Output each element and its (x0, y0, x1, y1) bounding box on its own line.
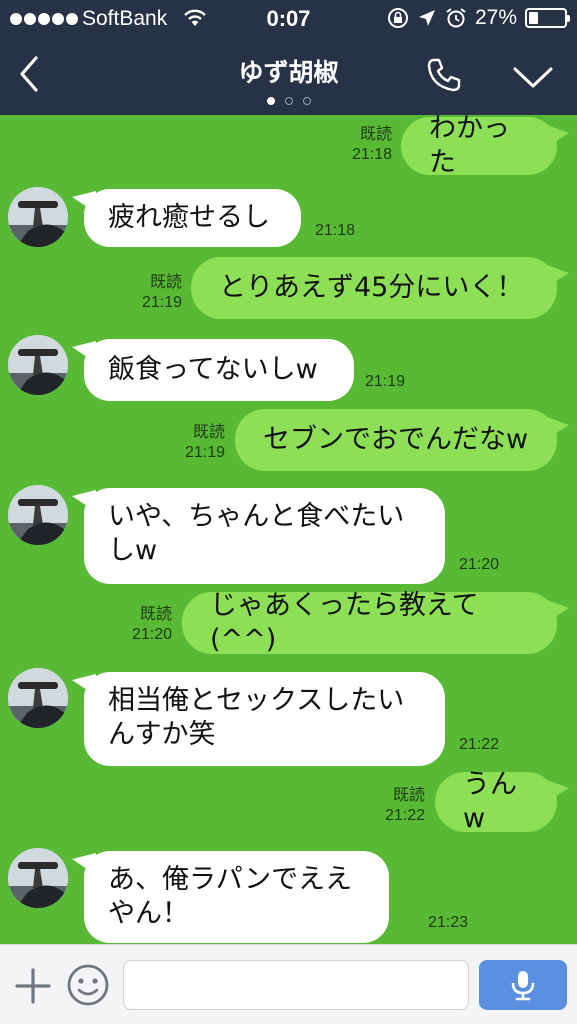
incoming-message[interactable]: 疲れ癒せるし (72, 189, 301, 247)
avatar-image (8, 335, 68, 395)
read-receipt: 既読 (392, 787, 425, 804)
smiley-icon[interactable] (66, 963, 110, 1007)
incoming-message[interactable]: いや、ちゃんと食べたいしw (72, 488, 445, 584)
location-icon (418, 10, 435, 26)
message-text: 相当俺とセックスしたいんすか笑 (108, 685, 405, 750)
message-meta: 既読 21:19 (120, 273, 182, 313)
read-receipt: 既読 (359, 126, 392, 143)
avatar[interactable] (8, 485, 68, 545)
read-receipt: 既読 (149, 274, 182, 291)
message-meta: 既読 21:22 (363, 786, 425, 826)
page-dot (284, 97, 293, 105)
nav-bar: ゆず胡椒 (0, 38, 577, 115)
page-dot (302, 97, 311, 105)
message-time: 21:18 (315, 222, 356, 239)
outgoing-message[interactable]: とりあえず45分にいく！ (191, 257, 569, 319)
alarm-icon (446, 8, 466, 28)
page-dot (266, 97, 275, 105)
message-text: セブンでおでんだなw (263, 424, 529, 455)
page-indicator (0, 97, 577, 105)
avatar[interactable] (8, 187, 68, 247)
message-input[interactable] (123, 960, 469, 1010)
incoming-message[interactable]: 飯食ってないしw (72, 339, 354, 401)
message-meta: 既読 21:18 (330, 125, 392, 165)
message-time: 21:19 (141, 294, 182, 311)
outgoing-message[interactable]: セブンでおでんだなw (235, 409, 569, 471)
status-bar: SoftBank 0:07 27% (0, 0, 577, 38)
plus-icon[interactable] (14, 967, 52, 1005)
message-text: あ、俺ラパンでええやん！ (108, 864, 353, 929)
avatar-image (8, 848, 68, 908)
outgoing-message[interactable]: じゃあくったら教えて(^^) (182, 590, 569, 655)
rotation-lock-icon (387, 8, 408, 28)
avatar[interactable] (8, 668, 68, 728)
message-meta: 既読 21:20 (110, 605, 172, 645)
incoming-message[interactable]: あ、俺ラパンでええやん！ (72, 851, 389, 943)
read-receipt: 既読 (139, 606, 172, 623)
message-time: 21:19 (184, 444, 225, 461)
message-text: 疲れ癒せるし (108, 202, 270, 233)
battery-icon (525, 8, 570, 28)
microphone-icon (511, 971, 535, 1001)
message-text: とりあえず45分にいく！ (219, 272, 524, 303)
read-receipt: 既読 (192, 424, 225, 441)
message-time: 21:19 (365, 373, 406, 390)
message-time: 21:23 (428, 914, 469, 931)
chat-area[interactable]: 既読 21:18 わかった 疲れ癒せるし 21:18 既読 21:19 とりあえ… (0, 113, 577, 944)
message-text: わかった (429, 113, 510, 178)
avatar-image (8, 485, 68, 545)
message-text: いや、ちゃんと食べたいしw (108, 501, 405, 566)
message-time: 21:20 (459, 556, 500, 573)
phone-icon[interactable] (425, 56, 463, 94)
message-time: 21:22 (384, 807, 425, 824)
message-meta: 既読 21:19 (163, 423, 225, 463)
chat-title: ゆず胡椒 (238, 58, 339, 87)
message-time: 21:20 (131, 626, 172, 643)
battery-percent: 27% (474, 6, 517, 29)
header: SoftBank 0:07 27% ゆず胡椒 (0, 0, 577, 115)
outgoing-message[interactable]: わかった (401, 113, 569, 178)
incoming-message[interactable]: 相当俺とセックスしたいんすか笑 (72, 672, 445, 766)
message-text: 飯食ってないしw (108, 354, 318, 385)
avatar[interactable] (8, 848, 68, 908)
chevron-down-icon[interactable] (512, 64, 554, 90)
input-bar (0, 944, 577, 1024)
avatar-image (8, 668, 68, 728)
message-text: うんw (463, 769, 517, 834)
message-time: 21:22 (459, 736, 500, 753)
message-text: じゃあくったら教えて(^^) (210, 590, 479, 655)
message-time: 21:18 (351, 146, 392, 163)
voice-message-button[interactable] (479, 960, 567, 1010)
avatar-image (8, 187, 68, 247)
outgoing-message[interactable]: うんw (435, 769, 569, 834)
avatar[interactable] (8, 335, 68, 395)
